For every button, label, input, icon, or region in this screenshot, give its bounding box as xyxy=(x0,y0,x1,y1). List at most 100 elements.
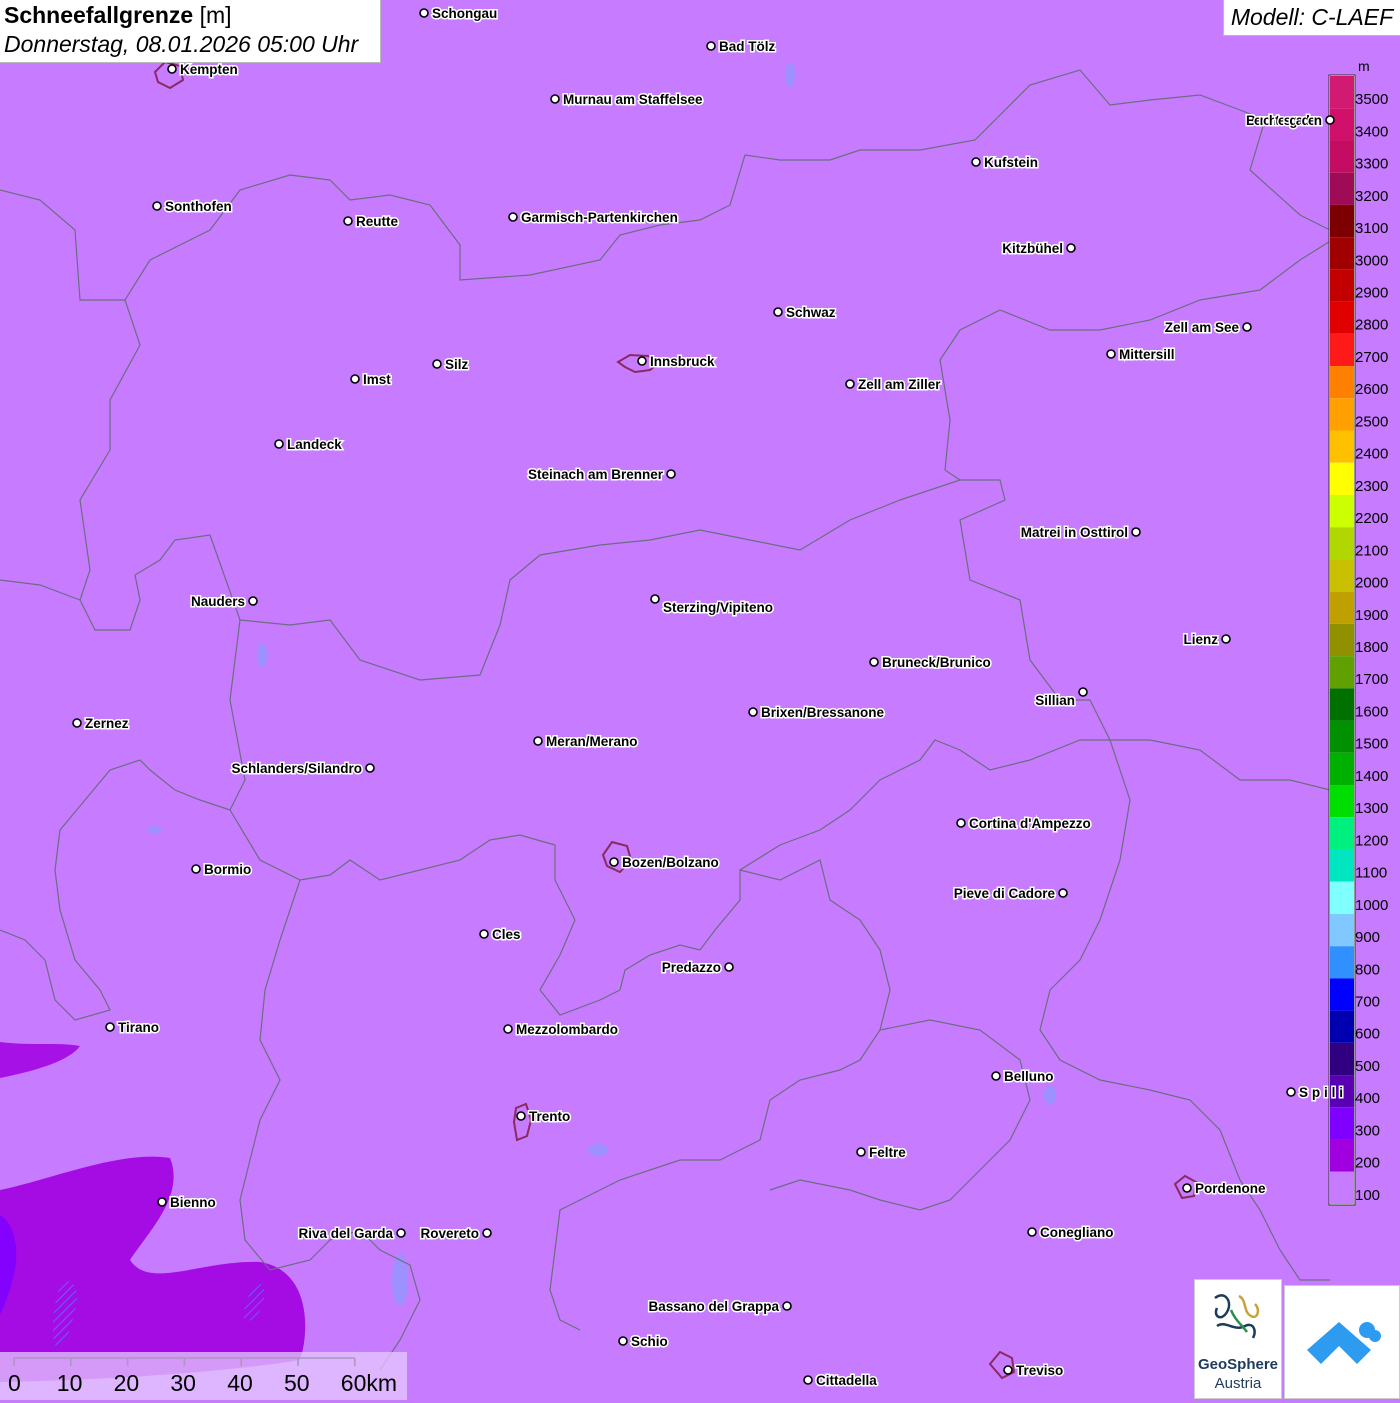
city-dot xyxy=(856,1147,866,1157)
legend-swatch xyxy=(1330,946,1354,979)
scale-bar-label: 50 xyxy=(284,1370,310,1396)
geosphere-icon xyxy=(1214,1294,1260,1339)
city-marker[interactable]: Zell am See xyxy=(1163,319,1252,337)
city-label: Bormio xyxy=(204,862,251,877)
city-marker[interactable]: Bruneck/Brunico xyxy=(869,654,992,672)
scale-bar-label: 0 xyxy=(8,1370,21,1396)
city-label: Murnau am Staffelsee xyxy=(563,92,703,107)
legend-swatch xyxy=(1330,398,1354,431)
city-marker[interactable]: Brixen/Bressanone xyxy=(748,704,886,722)
legend-label: 2400 xyxy=(1355,446,1388,463)
city-marker[interactable]: Cortina d'Ampezzo xyxy=(956,815,1092,833)
city-label: Bassano del Grappa xyxy=(648,1299,779,1314)
legend-swatch xyxy=(1330,494,1354,528)
city-marker[interactable]: Zell am Ziller xyxy=(845,376,943,394)
legend-label: 1100 xyxy=(1355,865,1387,882)
city-marker[interactable]: Meran/Merano xyxy=(533,733,639,751)
legend-swatch xyxy=(1330,366,1354,399)
legend-swatch xyxy=(1330,1107,1354,1140)
city-dot xyxy=(1182,1183,1192,1193)
legend-label: 3100 xyxy=(1355,220,1388,237)
legend-label: 100 xyxy=(1355,1187,1380,1204)
legend-swatch xyxy=(1330,172,1354,205)
city-marker[interactable]: Bassano del Grappa xyxy=(647,1298,792,1316)
city-marker[interactable]: Schlanders/Silandro xyxy=(230,760,375,778)
city-label: Treviso xyxy=(1016,1363,1063,1378)
city-marker[interactable]: Bozen/Bolzano xyxy=(609,854,720,872)
city-dot xyxy=(618,1336,628,1346)
title-box: Schneefallgrenze [m] Donnerstag, 08.01.2… xyxy=(0,0,381,63)
map-title-text: Schneefallgrenze xyxy=(4,2,194,28)
legend-label: 3000 xyxy=(1355,252,1388,269)
city-marker[interactable]: Sonthofen xyxy=(152,198,233,216)
legend-swatch xyxy=(1330,76,1354,109)
legend-label: 1300 xyxy=(1355,800,1388,817)
city-marker[interactable]: Innsbruck xyxy=(637,353,717,371)
legend-swatch xyxy=(1330,1010,1354,1043)
city-dot xyxy=(666,469,676,479)
city-dot xyxy=(1286,1087,1296,1097)
city-marker[interactable]: Steinach am Brenner xyxy=(526,466,676,484)
scale-bar-label: 10 xyxy=(56,1370,83,1396)
legend-swatch xyxy=(1330,301,1354,334)
city-dot xyxy=(432,359,442,369)
city-dot xyxy=(845,379,855,389)
legend-swatch xyxy=(1330,623,1354,657)
legend-label: 1900 xyxy=(1355,607,1388,624)
city-label: Bienno xyxy=(170,1195,216,1210)
scale-bar-label: 60km xyxy=(340,1370,398,1396)
legend-label: 2600 xyxy=(1355,381,1388,398)
city-label: Kufstein xyxy=(984,155,1038,170)
city-label: Bad Tölz xyxy=(719,39,775,54)
map-canvas[interactable]: 3500340033003200310030002900280027002600… xyxy=(0,0,1400,1400)
city-marker[interactable]: Mezzolombardo xyxy=(503,1021,620,1039)
city-marker[interactable]: Conegliano xyxy=(1027,1224,1115,1242)
legend-label: 400 xyxy=(1355,1090,1380,1107)
legend-swatch xyxy=(1330,527,1354,560)
legend-label: 2800 xyxy=(1355,317,1388,334)
legend-swatch xyxy=(1330,849,1354,882)
legend-label: 2500 xyxy=(1355,413,1388,430)
city-label: Schwaz xyxy=(786,305,836,320)
city-marker[interactable]: Garmisch-Partenkirchen xyxy=(508,209,679,227)
city-dot xyxy=(650,594,660,604)
legend-label: 3400 xyxy=(1355,123,1388,140)
city-marker[interactable]: Riva del Garda xyxy=(297,1225,406,1243)
legend-label: 3500 xyxy=(1355,91,1388,108)
city-marker[interactable]: Schongau xyxy=(419,5,499,23)
city-marker[interactable]: Murnau am Staffelsee xyxy=(550,91,705,109)
scale-bar-label: 30 xyxy=(170,1370,196,1396)
city-marker[interactable]: Matrei in Osttirol xyxy=(1019,524,1141,542)
scale-bar-label: 40 xyxy=(227,1370,253,1396)
city-label: Berchtesgaden xyxy=(1246,113,1322,128)
city-marker[interactable]: Berchtesgaden xyxy=(1245,112,1335,130)
city-dot xyxy=(956,818,966,828)
city-label: Cles xyxy=(492,927,521,942)
city-dot xyxy=(1003,1365,1013,1375)
city-marker[interactable]: Pordenone xyxy=(1182,1180,1267,1198)
legend-swatch xyxy=(1330,913,1354,947)
city-dot xyxy=(191,864,201,874)
city-dot xyxy=(508,212,518,222)
city-label: Predazzo xyxy=(662,960,721,975)
city-label: Cortina d'Ampezzo xyxy=(969,816,1091,831)
city-dot xyxy=(748,707,758,717)
city-label: Innsbruck xyxy=(650,354,715,369)
city-dot xyxy=(782,1301,792,1311)
legend-swatch xyxy=(1330,752,1354,786)
city-dot xyxy=(724,962,734,972)
city-dot xyxy=(1027,1227,1037,1237)
legend-label: 300 xyxy=(1355,1122,1380,1139)
legend-label: 600 xyxy=(1355,1026,1380,1043)
app-logo[interactable] xyxy=(1284,1285,1400,1399)
city-label: Sonthofen xyxy=(165,199,232,214)
legend-label: 500 xyxy=(1355,1058,1380,1075)
city-marker[interactable]: Pieve di Cadore xyxy=(952,885,1068,903)
city-label: Zell am Ziller xyxy=(858,377,941,392)
legend-label: 3300 xyxy=(1355,156,1388,173)
legend-swatch xyxy=(1330,333,1354,367)
city-label: Pieve di Cadore xyxy=(954,886,1056,901)
legend-swatch xyxy=(1330,1042,1354,1076)
legend-label: 700 xyxy=(1355,994,1380,1011)
city-label: Rovereto xyxy=(420,1226,479,1241)
